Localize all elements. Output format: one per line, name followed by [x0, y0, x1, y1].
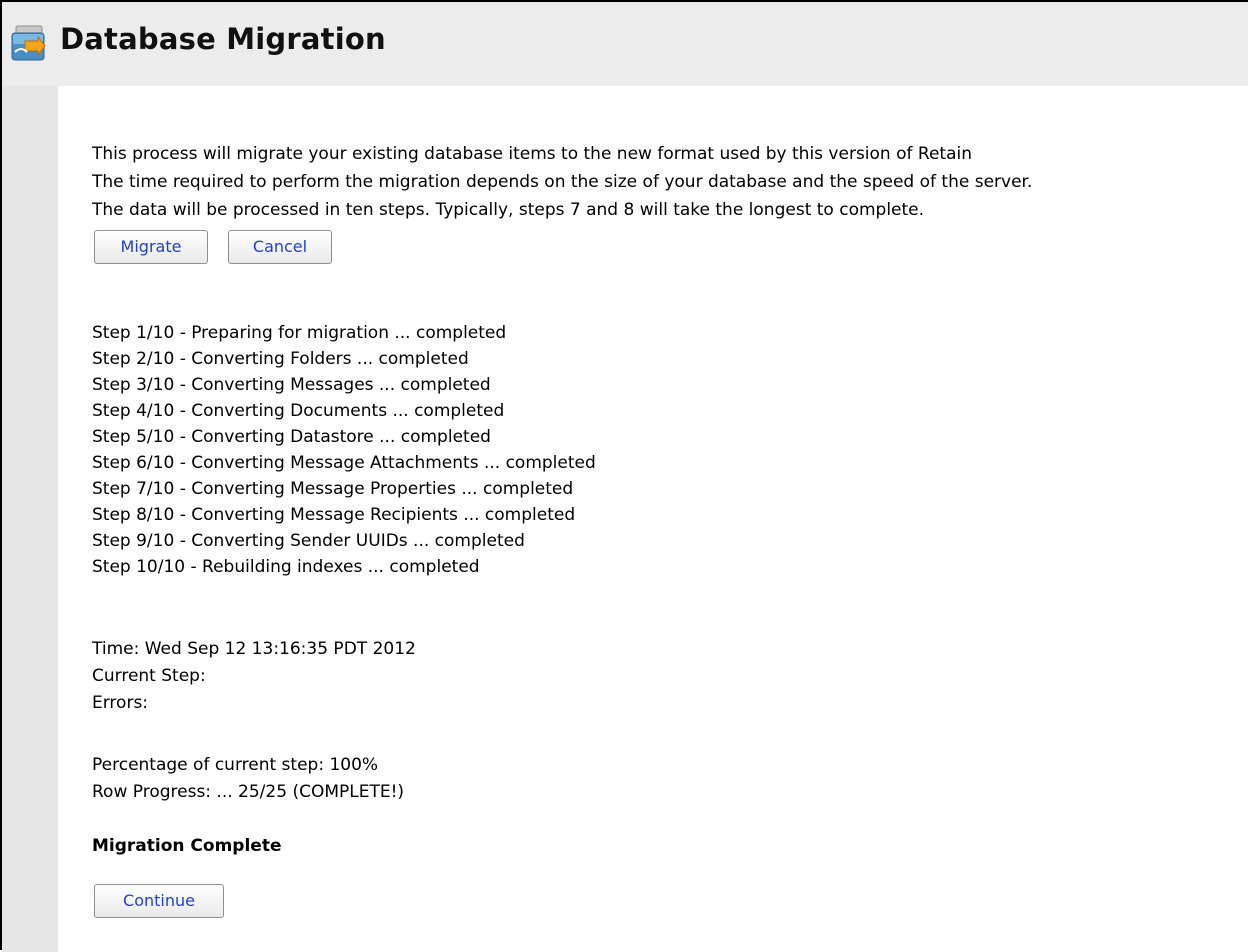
migration-complete-heading: Migration Complete [92, 836, 282, 856]
step-item: Step 4/10 - Converting Documents ... com… [92, 401, 505, 421]
left-gutter [2, 86, 58, 952]
intro-line-3: The data will be processed in ten steps.… [92, 200, 925, 220]
status-block: Time: Wed Sep 12 13:16:35 PDT 2012 Curre… [92, 636, 416, 717]
database-migration-icon [7, 24, 51, 64]
step-item: Step 7/10 - Converting Message Propertie… [92, 479, 574, 499]
step-item: Step 6/10 - Converting Message Attachmen… [92, 453, 596, 473]
time-status: Time: Wed Sep 12 13:16:35 PDT 2012 [92, 639, 416, 659]
progress-block: Percentage of current step: 100% Row Pro… [92, 752, 404, 806]
page-header: Database Migration [2, 2, 1248, 86]
step-item: Step 5/10 - Converting Datastore ... com… [92, 427, 491, 447]
intro-text: This process will migrate your existing … [92, 140, 1032, 224]
intro-line-2: The time required to perform the migrati… [92, 172, 1033, 192]
migration-steps-list: Step 1/10 - Preparing for migration ... … [92, 320, 596, 580]
page-title: Database Migration [60, 22, 386, 56]
app-window: Database Migration This process will mig… [0, 0, 1248, 952]
step-item: Step 2/10 - Converting Folders ... compl… [92, 349, 469, 369]
step-item: Step 3/10 - Converting Messages ... comp… [92, 375, 491, 395]
current-step-status: Current Step: [92, 666, 206, 686]
step-item: Step 1/10 - Preparing for migration ... … [92, 323, 507, 343]
migrate-button[interactable]: Migrate [94, 230, 208, 264]
main-content: This process will migrate your existing … [58, 86, 1248, 950]
intro-line-1: This process will migrate your existing … [92, 144, 972, 164]
row-progress: Row Progress: ... 25/25 (COMPLETE!) [92, 782, 405, 802]
errors-status: Errors: [92, 693, 149, 713]
continue-button[interactable]: Continue [94, 884, 224, 918]
step-item: Step 9/10 - Converting Sender UUIDs ... … [92, 531, 525, 551]
step-item: Step 8/10 - Converting Message Recipient… [92, 505, 576, 525]
cancel-button[interactable]: Cancel [228, 230, 332, 264]
step-item: Step 10/10 - Rebuilding indexes ... comp… [92, 557, 480, 577]
step-percentage: Percentage of current step: 100% [92, 755, 379, 775]
